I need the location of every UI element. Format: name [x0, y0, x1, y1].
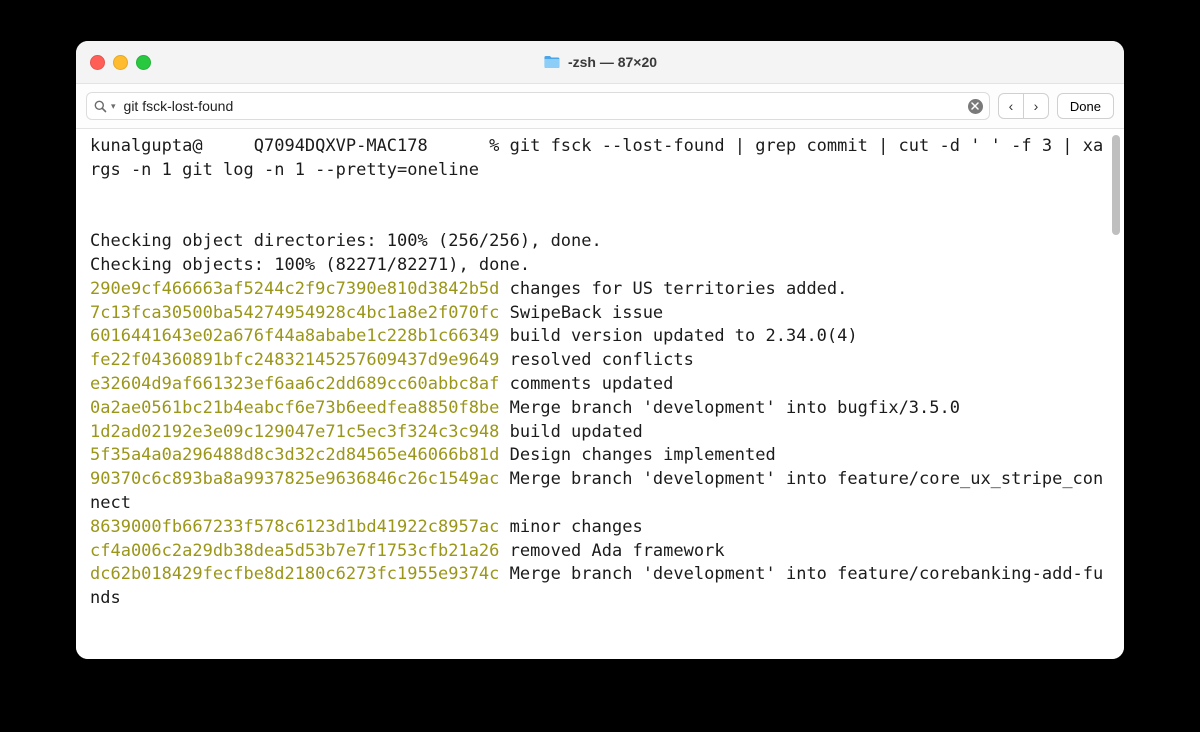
terminal-output[interactable]: kunalgupta@ Q7094DQXVP-MAC178 % git fsck… — [76, 129, 1124, 623]
find-input[interactable]: ▾ git fsck-lost-found — [86, 92, 990, 120]
find-query-text: git fsck-lost-found — [124, 98, 964, 114]
clear-search-button[interactable] — [968, 99, 983, 114]
window-controls — [90, 55, 151, 70]
find-prev-button[interactable]: ‹ — [999, 94, 1024, 118]
scrollbar-thumb[interactable] — [1112, 135, 1120, 235]
titlebar: -zsh — 87×20 — [76, 41, 1124, 84]
find-next-button[interactable]: › — [1024, 94, 1048, 118]
folder-icon — [543, 55, 560, 69]
chevron-down-icon[interactable]: ▾ — [111, 101, 116, 112]
zoom-button[interactable] — [136, 55, 151, 70]
done-button[interactable]: Done — [1057, 93, 1114, 119]
window-title-text: -zsh — 87×20 — [568, 54, 657, 70]
minimize-button[interactable] — [113, 55, 128, 70]
terminal-window: -zsh — 87×20 ▾ git fsck-lost-found ‹ › D… — [76, 41, 1124, 659]
window-title: -zsh — 87×20 — [543, 54, 657, 70]
find-prev-next: ‹ › — [998, 93, 1049, 119]
search-icon — [93, 99, 107, 113]
find-bar: ▾ git fsck-lost-found ‹ › Done — [76, 84, 1124, 129]
close-button[interactable] — [90, 55, 105, 70]
scrollbar[interactable] — [1112, 135, 1122, 653]
terminal-viewport[interactable]: kunalgupta@ Q7094DQXVP-MAC178 % git fsck… — [76, 129, 1124, 659]
